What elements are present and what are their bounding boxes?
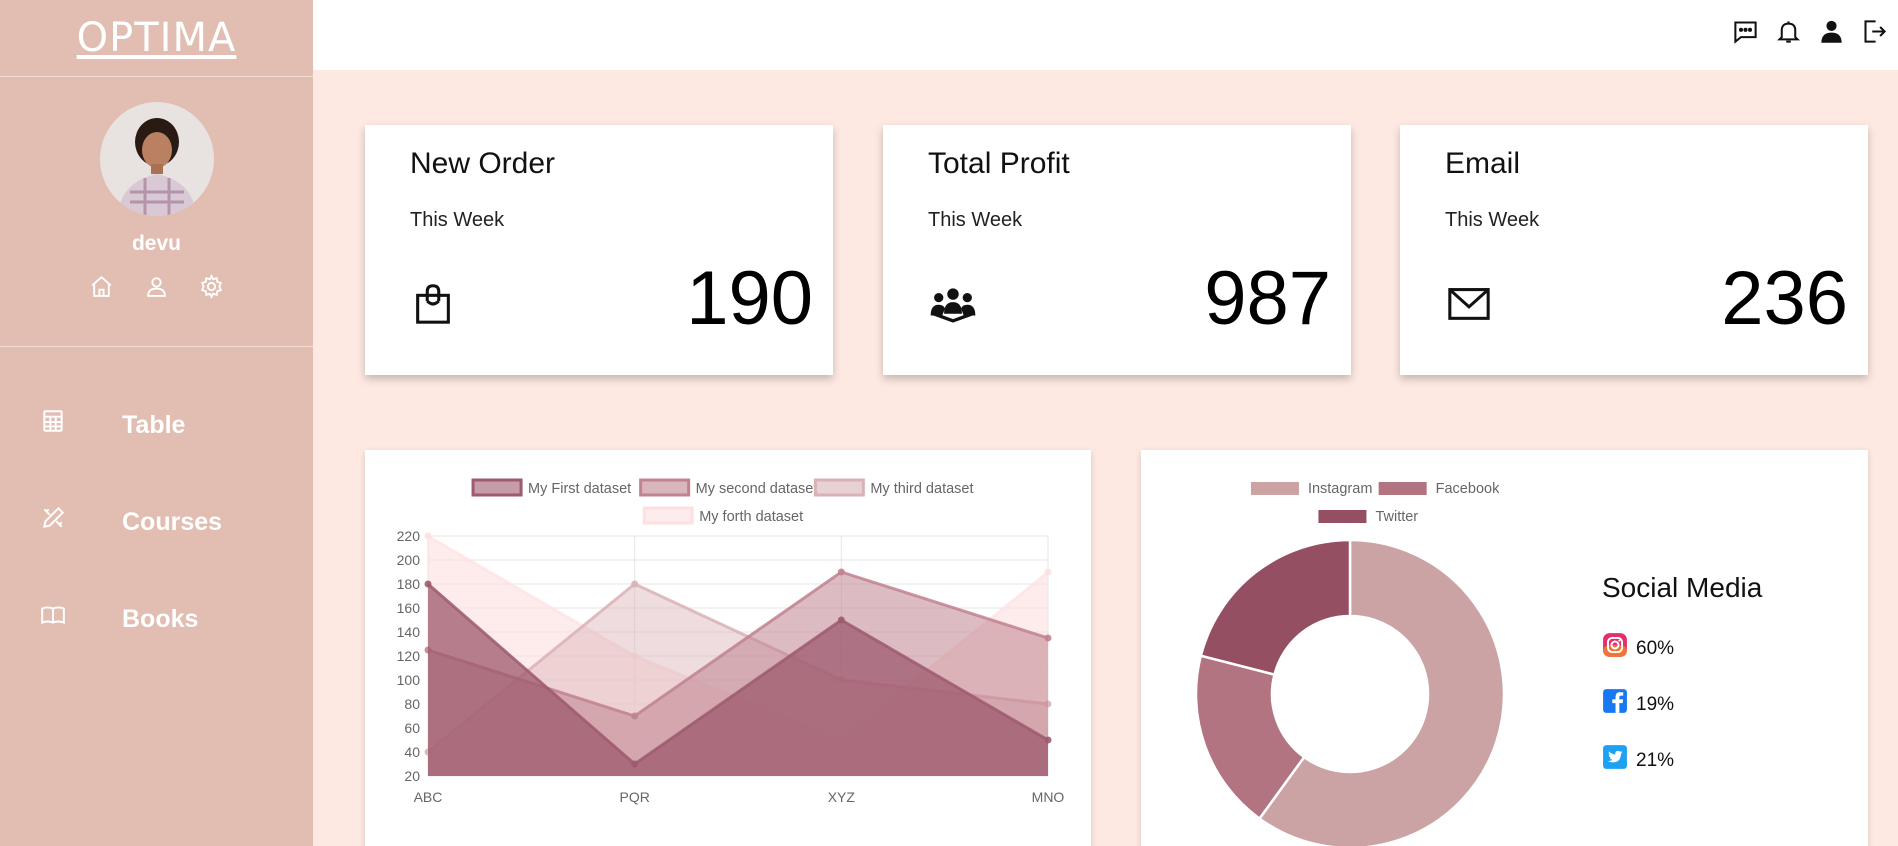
y-tick-label: 60 bbox=[404, 720, 420, 736]
data-point bbox=[424, 532, 432, 540]
x-tick-label: PQR bbox=[619, 789, 649, 805]
bell-icon[interactable] bbox=[1775, 18, 1802, 48]
sidebar-nav: Table Courses Books bbox=[0, 347, 313, 668]
pencil-ruler-icon bbox=[40, 505, 66, 531]
settings-gear-icon[interactable] bbox=[199, 274, 224, 299]
home-icon[interactable] bbox=[89, 274, 114, 299]
data-point bbox=[1044, 736, 1052, 744]
area-chart: 20 40 60 80 100 120 140 160 180 200 220 ABC PQR XYZ MN… bbox=[397, 478, 1065, 805]
mail-icon bbox=[1445, 280, 1495, 330]
legend-label: My second dataset bbox=[696, 481, 818, 497]
y-tick-label: 140 bbox=[397, 624, 421, 640]
sidebar-item-books[interactable]: Books bbox=[0, 571, 313, 668]
doughnut-chart: Instagram Facebook Twitter bbox=[1194, 481, 1506, 846]
legend-label: Facebook bbox=[1436, 481, 1500, 497]
legend-label: Instagram bbox=[1308, 481, 1372, 497]
card-title: Email bbox=[1445, 147, 1521, 180]
username: devu bbox=[131, 232, 181, 255]
data-point bbox=[1044, 634, 1052, 642]
twitter-icon[interactable] bbox=[1602, 744, 1628, 770]
data-point bbox=[837, 616, 845, 624]
card-subtitle: This Week bbox=[928, 209, 1023, 231]
x-tick-label: MNO bbox=[1032, 789, 1065, 805]
facebook-icon[interactable] bbox=[1602, 688, 1628, 714]
x-tick-label: ABC bbox=[414, 789, 443, 805]
sidebar-item-courses[interactable]: Courses bbox=[0, 474, 313, 571]
social-percent: 19% bbox=[1636, 694, 1675, 715]
legend-swatch bbox=[471, 478, 523, 497]
x-tick-label: XYZ bbox=[828, 789, 856, 805]
card-email: Email This Week 236 bbox=[1400, 125, 1868, 375]
y-tick-label: 100 bbox=[397, 672, 421, 688]
social-percent: 60% bbox=[1636, 638, 1675, 659]
data-point bbox=[631, 712, 639, 720]
sidebar-item-label: Books bbox=[122, 605, 199, 633]
legend-label: My forth dataset bbox=[699, 509, 803, 525]
card-total-profit: Total Profit This Week 987 bbox=[883, 125, 1351, 375]
y-tick-label: 180 bbox=[397, 576, 421, 592]
legend-swatch bbox=[639, 478, 691, 497]
social-percent: 21% bbox=[1636, 750, 1675, 771]
data-point bbox=[631, 760, 639, 768]
data-point bbox=[837, 568, 845, 576]
top-bar bbox=[313, 0, 1898, 70]
social-title: Social Media bbox=[1602, 572, 1763, 603]
legend-label: My third dataset bbox=[870, 481, 973, 497]
people-icon bbox=[928, 280, 978, 330]
legend-swatch bbox=[1378, 482, 1427, 495]
legend-label: Twitter bbox=[1375, 509, 1418, 525]
table-icon bbox=[40, 408, 66, 434]
brand-logo[interactable]: OPTIMA bbox=[77, 15, 237, 61]
message-icon[interactable] bbox=[1732, 18, 1759, 48]
card-subtitle: This Week bbox=[1445, 209, 1540, 231]
y-tick-label: 200 bbox=[397, 552, 421, 568]
profile-section: devu bbox=[0, 77, 313, 347]
card-value: 987 bbox=[1204, 256, 1331, 341]
logout-icon[interactable] bbox=[1861, 18, 1888, 48]
card-title: New Order bbox=[410, 147, 556, 180]
profile-icons bbox=[89, 274, 224, 299]
y-tick-label: 80 bbox=[404, 696, 420, 712]
social-row-facebook: 19% bbox=[1602, 686, 1762, 716]
social-media-summary: Social Media 60% 19% 21% bbox=[1602, 572, 1762, 772]
card-value: 236 bbox=[1721, 256, 1848, 341]
legend-swatch bbox=[1250, 482, 1299, 495]
legend-swatch bbox=[1318, 510, 1367, 523]
card-value: 190 bbox=[686, 256, 813, 341]
sidebar-item-label: Courses bbox=[122, 508, 223, 536]
social-row-instagram: 60% bbox=[1602, 630, 1762, 660]
card-subtitle: This Week bbox=[410, 209, 505, 231]
sidebar-item-label: Table bbox=[122, 411, 186, 439]
top-bar-actions bbox=[1732, 18, 1888, 48]
shopping-bag-icon bbox=[410, 280, 460, 330]
user-profile-icon[interactable] bbox=[1818, 18, 1845, 48]
y-tick-label: 40 bbox=[404, 744, 420, 760]
sidebar: OPTIMA devu Table Courses Books bbox=[0, 0, 313, 846]
avatar[interactable] bbox=[99, 102, 214, 216]
legend-label: My First dataset bbox=[528, 481, 631, 497]
legend-swatch bbox=[813, 478, 865, 497]
sidebar-item-table[interactable]: Table bbox=[0, 377, 313, 474]
data-point bbox=[424, 580, 432, 588]
book-icon bbox=[40, 602, 66, 628]
y-tick-label: 20 bbox=[404, 768, 420, 784]
y-tick-label: 220 bbox=[397, 528, 421, 544]
data-point bbox=[1044, 568, 1052, 576]
data-point bbox=[631, 580, 639, 588]
y-tick-label: 120 bbox=[397, 648, 421, 664]
legend-swatch bbox=[642, 506, 694, 525]
doughnut-slice bbox=[1199, 538, 1352, 677]
brand: OPTIMA bbox=[0, 0, 313, 77]
card-new-order: New Order This Week 190 bbox=[365, 125, 833, 375]
area-chart-panel: 20 40 60 80 100 120 140 160 180 200 220 ABC PQR XYZ MN… bbox=[365, 450, 1091, 846]
y-tick-label: 160 bbox=[397, 600, 421, 616]
user-icon[interactable] bbox=[144, 274, 169, 299]
social-row-twitter: 21% bbox=[1602, 742, 1762, 772]
card-title: Total Profit bbox=[928, 147, 1070, 180]
instagram-icon[interactable] bbox=[1602, 632, 1628, 658]
